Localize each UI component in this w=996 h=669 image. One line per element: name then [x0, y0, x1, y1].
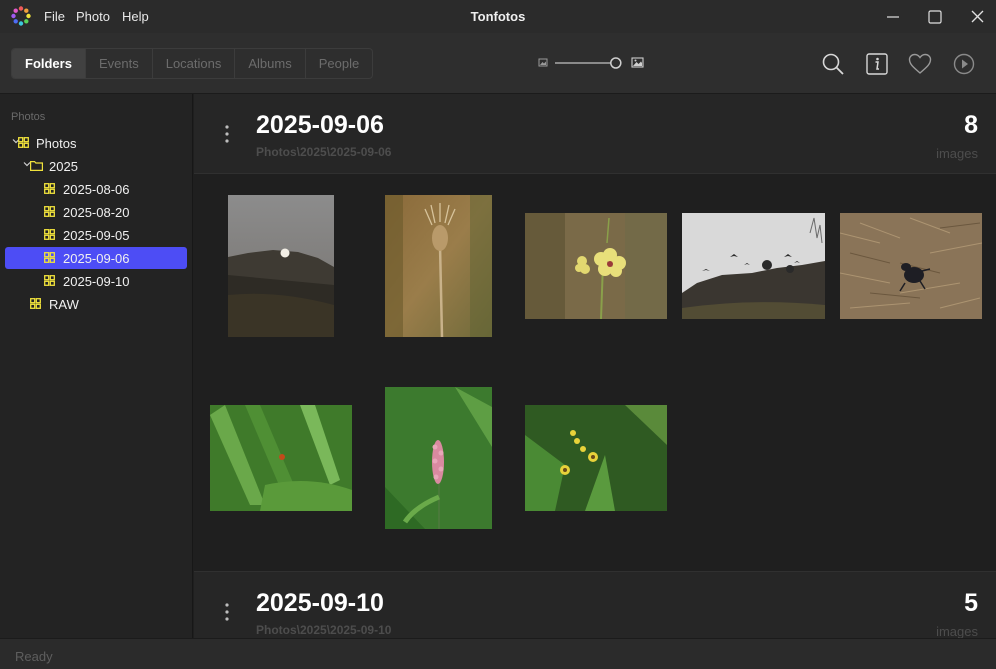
slideshow-button[interactable]	[950, 50, 978, 78]
group-count: 8	[964, 111, 978, 139]
tree-item[interactable]: 2025-09-05	[5, 224, 187, 246]
tree-item-label: 2025-08-20	[63, 205, 130, 220]
grid-icon	[44, 206, 55, 217]
photo-thumbnail[interactable]	[385, 195, 492, 337]
maximize-icon	[928, 9, 942, 24]
tree-item-label: 2025-08-06	[63, 182, 130, 197]
tree-item[interactable]: 2025-08-20	[5, 201, 187, 223]
sidebar-heading: Photos	[11, 111, 46, 123]
search-button[interactable]	[819, 50, 847, 78]
info-icon	[866, 53, 888, 75]
tree-item[interactable]: RAW	[5, 293, 187, 315]
photo-grid: 2025-09-06 Photos\2025\2025-09-06 8 imag…	[194, 94, 996, 638]
tree-item-label: Photos	[36, 136, 77, 151]
view-tabs: Folders Events Locations Albums People	[11, 48, 374, 79]
group-header: 2025-09-06 Photos\2025\2025-09-06 8 imag…	[194, 94, 996, 174]
group-path: Photos\2025\2025-09-10	[256, 623, 392, 637]
app-logo	[11, 6, 31, 26]
photo-thumbnail[interactable]	[840, 213, 982, 319]
tree-item-label: RAW	[49, 297, 79, 312]
more-vertical-icon[interactable]	[224, 124, 230, 144]
tree-item[interactable]: 2025-08-06	[5, 178, 187, 200]
title-bar: File Photo Help Tonfotos	[0, 0, 996, 33]
moonrise-hill-photo	[228, 195, 334, 337]
minimize-icon	[887, 15, 899, 18]
group-title: 2025-09-10	[256, 589, 384, 617]
photo-thumbnail[interactable]	[228, 195, 334, 337]
folder-icon	[30, 161, 43, 171]
heart-icon	[908, 53, 932, 74]
photo-thumbnail[interactable]	[210, 405, 352, 511]
info-button[interactable]	[863, 50, 891, 78]
small-image-icon	[538, 58, 548, 67]
maximize-button[interactable]	[914, 0, 956, 33]
close-button[interactable]	[956, 0, 996, 33]
group-header: 2025-09-10 Photos\2025\2025-09-10 5 imag…	[194, 571, 996, 638]
tab-events[interactable]: Events	[84, 49, 152, 78]
group-path: Photos\2025\2025-09-06	[256, 145, 392, 159]
pink-knotweed-photo	[385, 387, 492, 529]
tab-albums[interactable]: Albums	[234, 49, 304, 78]
tab-people[interactable]: People	[304, 49, 372, 78]
toolbar: Folders Events Locations Albums People	[0, 33, 996, 94]
more-vertical-icon[interactable]	[224, 602, 230, 622]
status-text: Ready	[15, 649, 53, 664]
group-count: 5	[964, 589, 978, 617]
tree-item[interactable]: 2025-09-10	[5, 270, 187, 292]
grid-icon	[44, 229, 55, 240]
tree-item-label: 2025-09-06	[63, 251, 130, 266]
teasel-photo	[385, 195, 492, 337]
grid-icon	[44, 275, 55, 286]
thumbnail-size-slider[interactable]	[537, 55, 647, 71]
yellow-daisies-photo	[525, 405, 667, 511]
menu-help[interactable]: Help	[122, 9, 149, 24]
tree-item[interactable]: Photos	[5, 132, 187, 154]
grid-icon	[18, 137, 29, 148]
photo-thumbnail[interactable]	[682, 213, 825, 319]
tab-folders[interactable]: Folders	[12, 49, 85, 78]
dung-beetle-photo	[840, 213, 982, 319]
yellow-flower-photo	[525, 213, 667, 319]
minimize-button[interactable]	[872, 0, 914, 33]
menu-photo[interactable]: Photo	[76, 9, 110, 24]
photo-thumbnail[interactable]	[525, 405, 667, 511]
ladybug-leaves-photo	[210, 405, 352, 511]
window-title: Tonfotos	[470, 9, 526, 24]
slider-knob[interactable]	[610, 57, 622, 69]
menu-file[interactable]: File	[44, 9, 65, 24]
grid-icon	[30, 298, 41, 309]
grid-icon	[44, 252, 55, 263]
tree-item[interactable]: 2025-09-06	[5, 247, 187, 269]
large-image-icon	[631, 57, 644, 68]
play-circle-icon	[953, 53, 975, 75]
folder-sidebar: Photos Photos 2025 2025-08-06 2025-08-20 202…	[0, 94, 193, 638]
group-count-unit: images	[936, 146, 978, 161]
tree-item-label: 2025-09-05	[63, 228, 130, 243]
photo-thumbnail[interactable]	[385, 387, 492, 529]
tree-item[interactable]: 2025	[5, 155, 187, 177]
search-icon	[822, 53, 844, 75]
group-count-unit: images	[936, 624, 978, 638]
photo-thumbnail[interactable]	[525, 213, 667, 319]
status-bar: Ready	[0, 638, 996, 669]
grid-icon	[44, 183, 55, 194]
close-icon	[971, 10, 983, 23]
tree-item-label: 2025-09-10	[63, 274, 130, 289]
favorite-button[interactable]	[906, 50, 934, 78]
group-title: 2025-09-06	[256, 111, 384, 139]
tab-locations[interactable]: Locations	[151, 49, 235, 78]
birds-on-rock-photo	[682, 213, 825, 319]
tree-item-label: 2025	[49, 159, 78, 174]
